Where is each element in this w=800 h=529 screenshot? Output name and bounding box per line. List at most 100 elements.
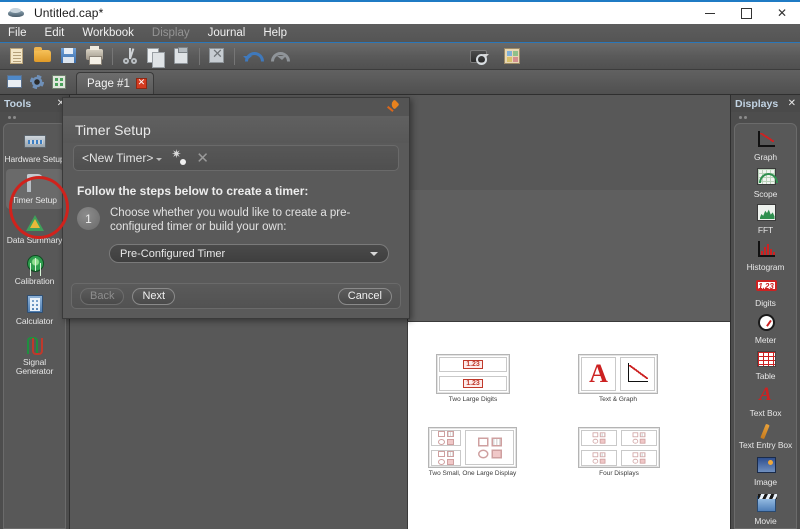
toolbar-separator: [199, 47, 200, 65]
sidebar-item-image[interactable]: Image: [735, 453, 796, 490]
toolbar-separator: [112, 47, 113, 65]
template-two-small-one-large[interactable]: Two Small, One Large Display: [428, 427, 517, 477]
template-cell: [621, 450, 657, 466]
sidebar-item-graph[interactable]: Graph: [735, 128, 796, 165]
chevron-down-icon: [156, 158, 163, 164]
fft-icon: [753, 202, 779, 224]
sidebar-item-calibration[interactable]: Calibration: [4, 250, 65, 291]
menu-item-workbook[interactable]: Workbook: [82, 24, 134, 43]
sidebar-item-label: Digits: [755, 298, 776, 308]
dialog-instructions: Follow the steps below to create a timer…: [77, 184, 309, 198]
sidebar-item-text-entry-box[interactable]: Text Entry Box: [735, 420, 796, 453]
new-icon: [10, 48, 23, 64]
template-two-large-digits[interactable]: 1.23 1.23 Two Large Digits: [436, 354, 510, 403]
maximize-button[interactable]: [728, 1, 764, 25]
sidebar-item-label: Table: [755, 371, 776, 381]
page-window-button[interactable]: [4, 71, 26, 92]
print-button[interactable]: [82, 44, 107, 68]
sidebar-item-calculator[interactable]: Calculator: [4, 290, 65, 331]
chevron-down-icon[interactable]: [483, 54, 489, 60]
sidebar-item-movie[interactable]: Movie: [735, 489, 796, 528]
delete-timer-x-icon[interactable]: ✕: [196, 150, 209, 166]
graph-icon: [625, 363, 651, 385]
menu-item-edit[interactable]: Edit: [45, 24, 65, 43]
template-cell: [431, 430, 461, 446]
new-button[interactable]: [4, 44, 29, 68]
timer-type-dropdown[interactable]: Pre-Configured Timer: [109, 244, 389, 263]
sidebar-item-meter[interactable]: Meter: [735, 311, 796, 348]
template-caption: Two Large Digits: [448, 396, 498, 403]
display-preview-icon: [632, 452, 646, 464]
tab-close-icon[interactable]: ✕: [135, 78, 147, 89]
template-text-and-graph[interactable]: A Text & Graph: [578, 354, 658, 403]
cut-button[interactable]: [117, 44, 142, 68]
sidebar-item-histogram[interactable]: Histogram: [735, 238, 796, 275]
open-button[interactable]: [30, 44, 55, 68]
minimize-button[interactable]: [692, 1, 728, 25]
calculator-icon: [22, 293, 48, 315]
sidebar-item-hardware-setup[interactable]: Hardware Setup: [4, 128, 65, 169]
page-tabbar: Page #1 ✕: [0, 70, 800, 95]
dialog-body: <New Timer> ✕ Follow the steps below to …: [63, 145, 409, 263]
sidebar-item-timer-setup[interactable]: Timer Setup: [6, 168, 63, 209]
display-preview-icon: [592, 452, 606, 464]
sidebar-item-fft[interactable]: FFT: [735, 201, 796, 238]
sidebar-item-label: Calculator: [15, 316, 54, 326]
tools-panel-grip[interactable]: [0, 112, 69, 123]
template-cell: 1.23: [439, 357, 507, 372]
sidebar-item-data-summary[interactable]: Data Summary: [4, 209, 65, 250]
timer-name-dropdown[interactable]: <New Timer>: [82, 151, 163, 165]
image-icon: [753, 454, 779, 476]
save-button[interactable]: [56, 44, 81, 68]
menu-item-file[interactable]: File: [8, 24, 27, 43]
journal-button[interactable]: [500, 44, 525, 68]
template-thumb: [428, 427, 517, 468]
delete-button[interactable]: [204, 44, 229, 68]
sidebar-item-scope[interactable]: Scope: [735, 165, 796, 202]
close-button[interactable]: ✕: [764, 1, 800, 25]
back-button: Back: [80, 287, 125, 305]
sidebar-item-label: Scope: [753, 188, 778, 199]
snapshot-button[interactable]: [466, 44, 491, 68]
sidebar-item-label: Text Entry Box: [738, 440, 793, 450]
print-icon: [86, 46, 103, 65]
paste-button[interactable]: [169, 44, 194, 68]
pushpin-icon[interactable]: [387, 100, 401, 114]
main-toolbar: [0, 43, 800, 70]
tab-page-1[interactable]: Page #1 ✕: [76, 72, 154, 94]
cancel-button[interactable]: Cancel: [337, 287, 392, 305]
step-text: Choose whether you would like to create …: [110, 207, 351, 233]
sidebar-item-digits[interactable]: 1.23 Digits: [735, 274, 796, 311]
template-thumb: A: [578, 354, 658, 394]
template-cell: [581, 450, 617, 466]
template-cell: [581, 430, 617, 446]
menu-item-help[interactable]: Help: [263, 24, 287, 43]
timer-selector-row: <New Timer> ✕: [73, 145, 399, 171]
sidebar-item-label: Text Box: [749, 407, 782, 418]
template-thumb: 1.23 1.23: [436, 354, 510, 394]
template-four-displays[interactable]: Four Displays: [578, 427, 660, 477]
timer-type-value: Pre-Configured Timer: [120, 247, 226, 260]
application-window: Untitled.cap* ✕ File Edit Workbook Displ…: [0, 0, 800, 529]
sidebar-item-table[interactable]: Table: [735, 347, 796, 384]
new-timer-sparkle-icon[interactable]: [171, 147, 187, 165]
menu-item-journal[interactable]: Journal: [208, 24, 246, 43]
step-number: 1: [77, 207, 100, 230]
next-button[interactable]: Next: [132, 287, 176, 305]
page-grid-button[interactable]: [48, 71, 70, 92]
timer-name-value: <New Timer>: [82, 151, 154, 165]
open-folder-icon: [34, 47, 51, 62]
displays-panel-grip[interactable]: [731, 112, 800, 123]
redo-button[interactable]: [265, 44, 290, 68]
window-titlebar: Untitled.cap* ✕: [0, 0, 800, 24]
sidebar-item-text-box[interactable]: A Text Box: [735, 384, 796, 421]
template-caption: Four Displays: [599, 470, 639, 477]
undo-button[interactable]: [239, 44, 264, 68]
sidebar-item-signal-generator[interactable]: Signal Generator: [4, 331, 65, 381]
copy-button[interactable]: [143, 44, 168, 68]
display-preview-icon: [438, 451, 454, 465]
sidebar-item-label: Signal Generator: [15, 356, 54, 376]
gear-icon: [30, 75, 44, 89]
displays-panel-close-icon[interactable]: ✕: [788, 98, 796, 109]
page-settings-button[interactable]: [26, 71, 48, 92]
